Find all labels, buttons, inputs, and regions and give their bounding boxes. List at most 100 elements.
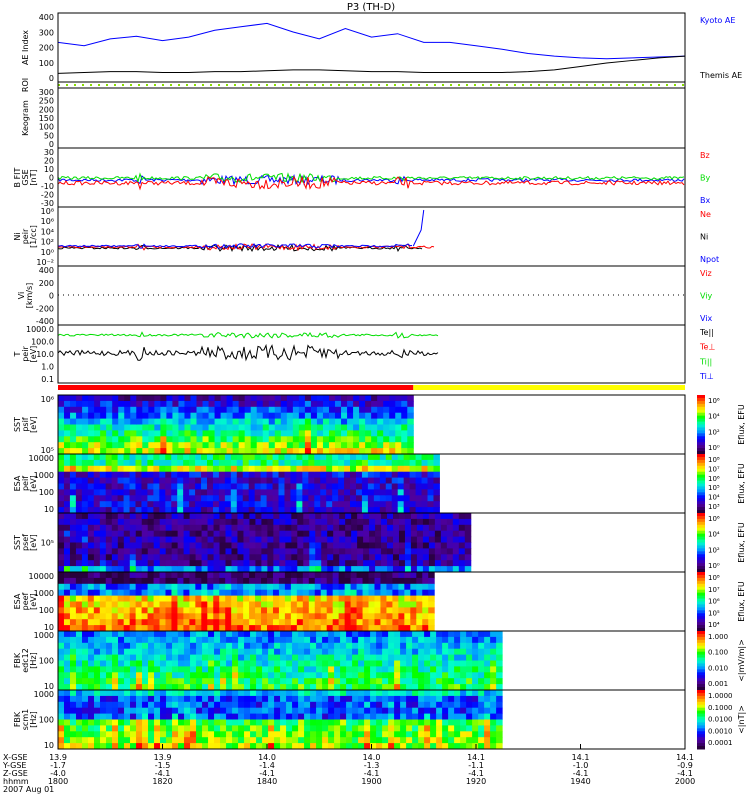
spectrogram-cell [88,719,95,726]
spectrogram-cell [184,631,191,638]
spectrogram-cell [238,660,245,667]
spectrogram-cell [177,513,185,520]
spectrogram-cell [254,495,262,502]
spectrogram-cell [364,678,371,685]
spectrogram-cell [346,678,353,685]
panel-esa_e [57,571,686,632]
colorbar-tick-label: 0.0100 [708,716,733,724]
spectrogram-cell [373,459,381,467]
spectrogram-cell [244,701,251,709]
spectrogram-cell [428,589,435,597]
spectrogram-cell [376,719,383,726]
spectrogram-cell [484,701,491,709]
spectrogram-cell [332,583,340,591]
spectrogram-cell [190,418,198,425]
spectrogram-cell [376,678,383,685]
spectrogram-cell [159,601,166,608]
spectrogram-cell [106,406,113,414]
spectrogram-cell [400,648,407,656]
spectrogram-cell [266,471,274,479]
spectrogram-cell [410,524,418,532]
spectrogram-cell [184,707,191,715]
spectrogram-cell [243,583,250,591]
spectrogram-cell [427,454,434,461]
spectrogram-cell [226,690,233,697]
colorbar-segment [697,625,705,629]
spectrogram-cell [314,613,322,620]
spectrogram-cell [490,731,497,738]
spectrogram-cell [171,595,178,602]
spectrogram-cell [165,465,172,473]
spectrogram-cell [314,583,322,591]
spectrogram-cell [478,737,485,744]
spectrogram-cell [178,631,185,638]
spectrogram-cell [226,737,233,744]
spectrogram-cell [172,412,179,420]
spectrogram-cell [424,660,431,667]
spectrogram-cell [76,713,83,720]
spectrogram-cell [196,636,203,644]
spectrogram-cell [304,737,311,744]
spectrogram-cell [130,690,137,697]
spectrogram-cell [407,424,414,431]
spectrogram-cell [344,613,352,620]
panel-ni [57,206,686,267]
spectrogram-cell [220,424,228,431]
colorbar-segment [697,501,705,505]
spectrogram-cell [422,518,430,526]
colorbar-segment [697,504,705,508]
spectrogram-cell [428,536,436,543]
spectrogram-cell [454,654,461,661]
spectrogram-cell [490,713,497,720]
spectrogram-cell [202,442,210,449]
spectrogram-cell [135,513,143,520]
spectrogram-cell [226,678,233,685]
spectrogram-cell [88,442,95,449]
spectrogram-cell [328,701,335,709]
spectrogram-cell [87,477,95,484]
spectrogram-cell [273,530,280,538]
spectrogram-cell [166,672,173,679]
spectrogram-cell [290,589,298,597]
colorbar-segment [697,613,705,617]
spectrogram-cell [370,654,377,661]
spectrogram-cell [154,690,161,697]
spectrogram-cell [280,713,287,720]
spectrogram-cell [129,607,137,614]
spectrogram-cell [93,619,101,626]
spectrogram-cell [135,530,143,538]
spectrogram-cell [183,560,191,567]
spectrogram-cell [409,483,417,490]
spectrogram-cell [391,495,399,502]
spectrogram-cell [344,572,352,579]
spectrogram-cell [201,530,209,538]
spectrogram-cell [196,666,203,673]
spectrogram-cell [316,672,323,679]
spectrogram-cell [357,524,364,532]
spectrogram-cell [172,719,179,726]
spectrogram-cell [322,701,329,709]
spectrogram-cell [261,542,268,549]
spectrogram-cell [230,459,238,467]
spectrogram-cell [424,701,431,709]
spectrogram-cell [261,601,268,608]
y-tick-label: 10.0 [36,350,54,359]
spectrogram-cell [63,583,71,591]
spectrogram-cell [178,737,185,744]
spectrogram-cell [165,613,172,620]
spectrogram-cell [296,501,303,508]
spectrogram-cell [160,400,167,408]
spectrogram-cell [99,483,107,490]
spectrogram-cell [298,648,305,656]
spectrogram-cell [82,642,89,650]
spectrogram-cell [286,731,293,738]
spectrogram-cell [82,660,89,667]
spectrogram-cell [213,530,221,538]
spectrogram-cell [433,483,440,490]
spectrogram-cell [218,459,226,467]
spectrogram-cell [64,701,71,709]
spectrogram-cell [195,454,202,461]
spectrogram-cell [236,471,244,479]
spectrogram-cell [427,459,434,467]
spectrogram-cell [406,690,413,697]
